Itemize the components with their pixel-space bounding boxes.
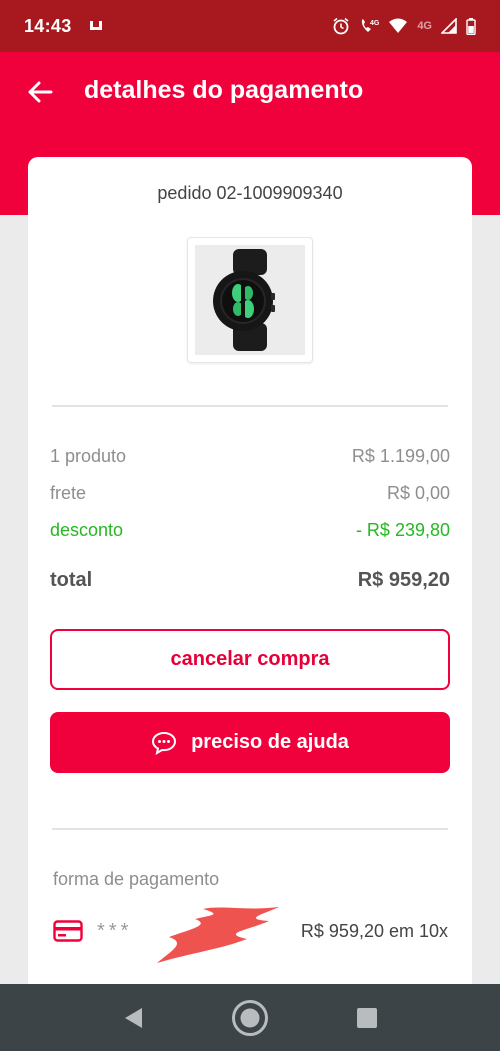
summary-row-shipping: frete R$ 0,00	[50, 483, 450, 504]
triangle-back-icon	[125, 1007, 142, 1028]
order-number: pedido 02-1009909340	[157, 183, 343, 203]
notification-icon	[88, 18, 104, 34]
order-details-card: pedido 02-1009909340 1 produto R$ 1.199,…	[28, 157, 472, 997]
credit-card-icon	[53, 920, 83, 942]
chat-bubble-icon	[151, 731, 177, 755]
discount-label: desconto	[50, 520, 124, 540]
nav-back-button[interactable]	[122, 1006, 144, 1030]
discount-value: - R$ 239,80	[355, 520, 450, 540]
shipping-label: frete	[50, 483, 87, 503]
wifi-icon	[388, 18, 408, 34]
payment-amount: R$ 959,20 em 10x	[300, 920, 448, 941]
wifi-calling-icon: 4G	[359, 17, 379, 35]
products-value: R$ 1.199,00	[351, 446, 450, 466]
payment-method-label: forma de pagamento	[53, 869, 220, 889]
arrow-back-icon	[28, 81, 53, 103]
svg-text:4G: 4G	[370, 20, 379, 27]
summary-row-total: total R$ 959,20	[50, 569, 450, 592]
products-label: 1 produto	[50, 446, 127, 466]
divider	[52, 828, 448, 830]
cancel-purchase-label: cancelar compra	[170, 648, 330, 670]
help-label: preciso de ajuda	[191, 731, 349, 753]
total-value: R$ 959,20	[357, 569, 450, 591]
status-time: 14:43	[24, 15, 72, 36]
smartwatch-product-image	[195, 245, 305, 355]
nav-home-button[interactable]	[230, 998, 270, 1038]
cancel-purchase-button[interactable]: cancelar compra	[50, 629, 450, 690]
payment-method-row: *** R$ 959,20 em 10x	[53, 907, 448, 963]
signal-icon	[441, 18, 457, 34]
summary-row-discount: desconto - R$ 239,80	[50, 520, 450, 541]
product-thumbnail[interactable]	[187, 237, 313, 363]
total-label: total	[50, 569, 93, 591]
square-recents-icon	[357, 1007, 377, 1028]
back-button[interactable]	[22, 74, 58, 110]
redaction-scribble	[157, 907, 279, 963]
help-button[interactable]: preciso de ajuda	[50, 712, 450, 773]
status-icons: 4G 4G	[332, 17, 476, 35]
card-number-mask: ***	[97, 919, 133, 942]
page-title: detalhes do pagamento	[84, 76, 364, 104]
network-type-label: 4G	[417, 20, 432, 32]
divider	[52, 405, 448, 407]
circle-home-icon	[232, 999, 268, 1036]
battery-icon	[466, 17, 476, 35]
summary-row-products: 1 produto R$ 1.199,00	[50, 446, 450, 467]
nav-recents-button[interactable]	[356, 1007, 378, 1029]
status-bar: 14:43 4G 4G	[0, 0, 500, 52]
shipping-value: R$ 0,00	[386, 483, 450, 503]
alarm-icon	[332, 17, 350, 35]
system-navigation-bar	[0, 984, 500, 1051]
